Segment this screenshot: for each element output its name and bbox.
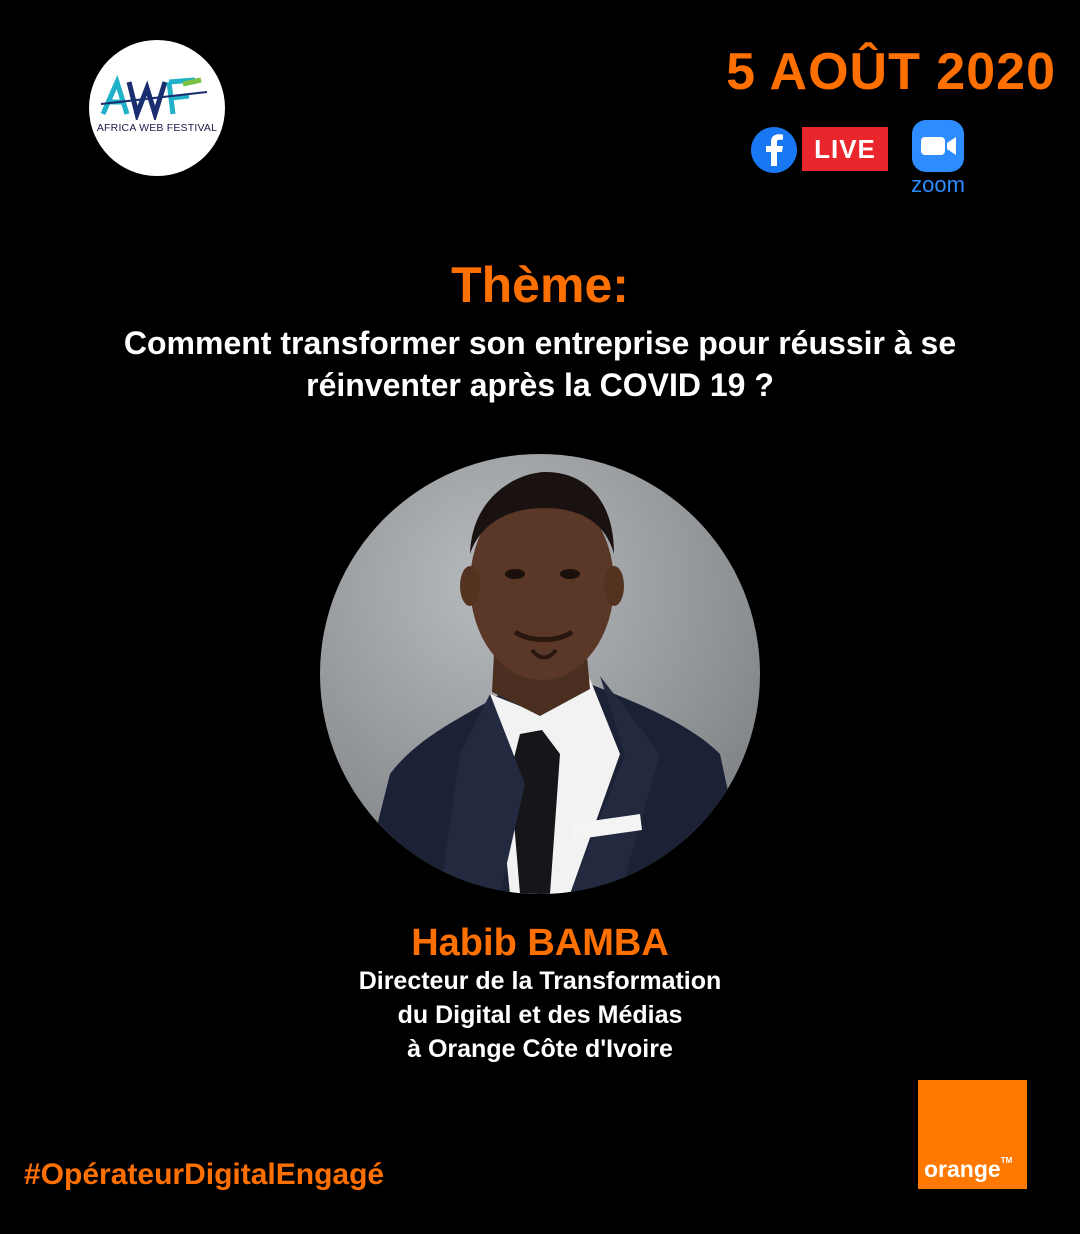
speaker-role-line-1: Directeur de la Transformation [358, 967, 722, 995]
theme-question-line-1: Comment transformer son entreprise pour … [123, 325, 957, 361]
orange-brand-name: orange [924, 1156, 1001, 1182]
zoom-label: zoom [911, 172, 965, 197]
facebook-icon [751, 127, 797, 173]
hashtag: #OpérateurDigitalEngagé [24, 1158, 385, 1191]
trademark-symbol: TM [1000, 1156, 1013, 1165]
orange-logo: orangeTM [918, 1080, 1027, 1189]
event-date: 5 AOÛT 2020 [726, 43, 1056, 101]
live-badge: LIVE [802, 127, 888, 171]
speaker-portrait-illustration [360, 472, 750, 894]
zoom-icon [912, 120, 964, 172]
theme-question: Comment transformer son entreprise pour … [60, 322, 1020, 406]
awf-logo-mark [100, 74, 208, 120]
theme-question-line-2: réinventer après la COVID 19 ? [306, 367, 774, 403]
speaker-role: Directeur de la Transformation du Digita… [0, 964, 1080, 1066]
theme-label: Thème: [451, 257, 629, 313]
africa-web-festival-logo: AFRICA WEB FESTIVAL [89, 40, 225, 176]
speaker-portrait [320, 454, 760, 894]
orange-brand-text: orangeTM [924, 1156, 1012, 1183]
logo-text: AFRICA WEB FESTIVAL [96, 122, 218, 134]
speaker-role-line-3: à Orange Côte d'Ivoire [407, 1035, 673, 1063]
speaker-role-line-2: du Digital et des Médias [397, 1001, 683, 1029]
speaker-name: Habib BAMBA [411, 922, 669, 964]
